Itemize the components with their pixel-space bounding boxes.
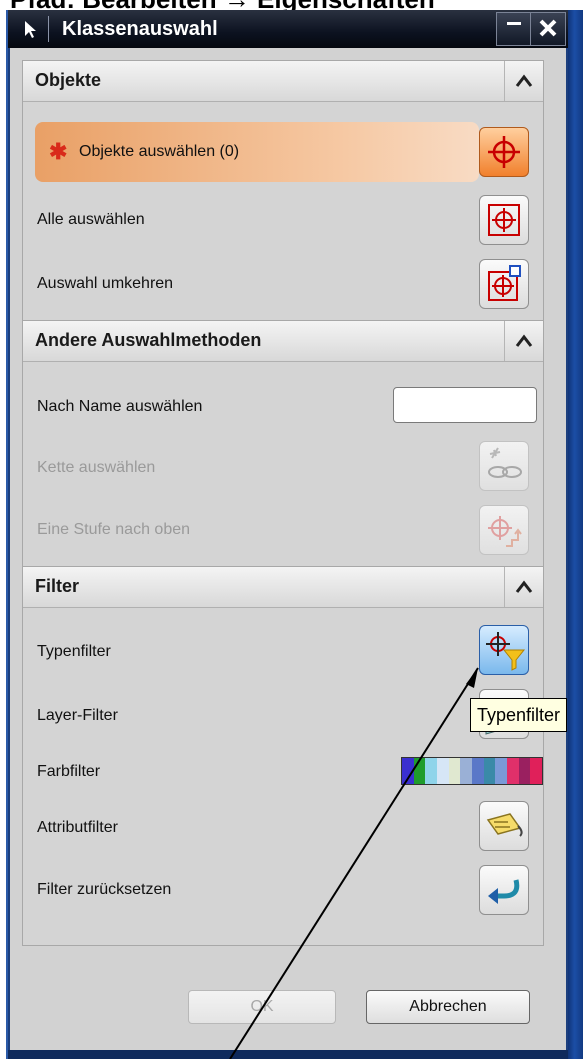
color-swatch	[402, 758, 414, 784]
required-star-icon: ✱	[49, 139, 68, 164]
minimize-button[interactable]	[496, 12, 532, 46]
background-strip	[566, 10, 583, 1059]
level-up-label: Eine Stufe nach oben	[37, 521, 191, 538]
collapse-other-methods-button[interactable]	[504, 321, 543, 361]
color-swatch	[425, 758, 438, 784]
type-filter-button[interactable]	[479, 625, 529, 675]
select-objects-label: Objekte auswählen (0)	[79, 143, 240, 160]
type-filter-icon	[486, 632, 526, 671]
select-by-name-label: Nach Name auswählen	[37, 398, 203, 415]
type-filter-label: Typenfilter	[37, 643, 111, 660]
crosshair-icon	[488, 136, 520, 168]
invert-selection-icon	[488, 265, 521, 301]
ok-button[interactable]: OK	[188, 990, 336, 1024]
close-button[interactable]	[530, 12, 566, 46]
level-up-button[interactable]	[479, 505, 529, 555]
invert-selection-label: Auswahl umkehren	[37, 275, 174, 292]
color-filter-swatch-bar[interactable]	[401, 757, 543, 785]
section-header-objekte[interactable]: Objekte	[23, 61, 543, 102]
title-separator	[48, 16, 49, 42]
tag-icon	[486, 813, 523, 837]
color-filter-label: Farbfilter	[37, 763, 101, 780]
cancel-button[interactable]: Abbrechen	[366, 990, 530, 1024]
reset-filter-button[interactable]	[479, 865, 529, 915]
page-caption: Pfad: Bearbeiten → Eigenschaften	[0, 0, 583, 10]
color-swatch	[413, 758, 426, 784]
collapse-objekte-button[interactable]	[504, 61, 543, 101]
color-swatch	[460, 758, 473, 784]
window-bottom-edge	[8, 1050, 568, 1059]
select-all-icon	[488, 204, 520, 236]
collapse-filter-button[interactable]	[504, 567, 543, 607]
chevron-up-icon	[515, 580, 533, 593]
color-swatch	[437, 758, 449, 784]
title-bar[interactable]: Klassenauswahl	[8, 10, 568, 48]
attribute-filter-button[interactable]	[479, 801, 529, 851]
select-all-label: Alle auswählen	[37, 211, 145, 228]
close-icon	[539, 19, 557, 37]
section-other-methods: Andere Auswahlmethoden Nach Name auswähl…	[22, 320, 544, 568]
select-objects-button[interactable]	[479, 127, 529, 177]
dialog-body: Objekte ✱ Objekte auswählen (0) Alle aus…	[10, 48, 566, 1050]
dialog-window: Klassenauswahl Objekte ✱ Objekte auswähl…	[6, 10, 568, 1059]
section-filter: Filter Typenfilter Layer-Filter Farbfilt…	[22, 566, 544, 946]
section-header-filter[interactable]: Filter	[23, 567, 543, 608]
color-swatch	[472, 758, 484, 784]
chevron-up-icon	[515, 334, 533, 347]
section-title-other-methods: Andere Auswahlmethoden	[35, 330, 262, 350]
section-header-other-methods[interactable]: Andere Auswahlmethoden	[23, 321, 543, 362]
attribute-filter-label: Attributfilter	[37, 819, 118, 836]
type-filter-tooltip: Typenfilter	[470, 698, 568, 732]
select-by-name-input[interactable]	[393, 387, 537, 423]
reset-filter-label: Filter zurücksetzen	[37, 881, 172, 898]
chain-icon	[488, 447, 522, 478]
section-title-filter: Filter	[35, 576, 80, 596]
color-swatch	[483, 758, 496, 784]
color-swatch	[530, 758, 543, 784]
level-up-icon	[488, 516, 522, 547]
chevron-up-icon	[515, 74, 533, 87]
undo-arrow-icon	[488, 879, 520, 904]
select-all-button[interactable]	[479, 195, 529, 245]
window-title: Klassenauswahl	[62, 18, 218, 40]
select-cursor-icon	[20, 18, 42, 40]
section-title-objekte: Objekte	[35, 70, 102, 90]
invert-selection-button[interactable]	[479, 259, 529, 309]
layer-filter-label: Layer-Filter	[37, 707, 118, 724]
select-chain-button[interactable]	[479, 441, 529, 491]
color-swatch	[495, 758, 508, 784]
color-swatch	[518, 758, 531, 784]
minimize-icon	[507, 22, 521, 25]
color-swatch	[448, 758, 461, 784]
color-swatch	[507, 758, 519, 784]
section-objekte: Objekte ✱ Objekte auswählen (0) Alle aus…	[22, 60, 544, 322]
select-chain-label: Kette auswählen	[37, 459, 156, 476]
